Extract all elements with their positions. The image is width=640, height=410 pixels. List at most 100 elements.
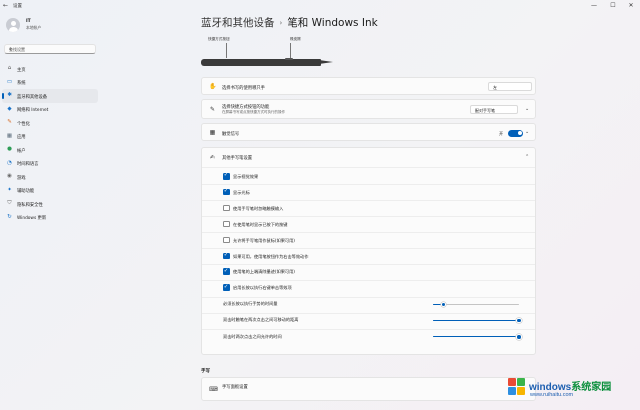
checkbox[interactable] <box>223 172 230 180</box>
checkbox-label: 启用长按以执行右键单击等效项 <box>233 285 292 291</box>
haptic-title: 触觉信号 <box>222 131 240 137</box>
chevron-down-icon[interactable]: ⌄ <box>525 129 529 135</box>
breadcrumb-parent[interactable]: 蓝牙和其他设备 <box>201 17 275 29</box>
site-watermark: windows系统家园 www.ruihaitu.com <box>508 378 636 406</box>
row-divider <box>202 296 535 298</box>
checkbox[interactable] <box>223 204 230 212</box>
handedness-title: 选择书写的使用哪只手 <box>222 85 265 91</box>
slider-track[interactable] <box>433 319 519 322</box>
checkbox[interactable] <box>223 188 230 196</box>
pen-body <box>201 59 321 66</box>
pen-icon: ✎ <box>209 106 216 113</box>
slider-track[interactable] <box>433 336 519 338</box>
row-divider <box>202 184 535 185</box>
checkbox[interactable] <box>223 220 230 228</box>
slider-fill <box>433 336 519 338</box>
user-account-type: 本地帐户 <box>26 25 42 30</box>
watermark-url: www.ruihaitu.com <box>530 392 574 398</box>
checkbox-label: 如果可用，使用笔按钮作为右击等效动作 <box>233 253 309 259</box>
sidebar-item[interactable]: ▦ 应用 <box>2 130 98 144</box>
apps-icon: ▦ <box>6 132 13 139</box>
slider-label: 必须长按以执行手势的时间量 <box>223 301 278 307</box>
shortcut-dropdown[interactable]: 配对手写笔 ⌄ <box>470 105 518 114</box>
breadcrumb: 蓝牙和其他设备 › 笔和 Windows Ink <box>201 15 378 30</box>
sidebar-item-label: 主页 <box>17 67 26 73</box>
gamepad-icon: ◉ <box>7 173 12 179</box>
handwriting-panel-setting[interactable]: ⌨ 手写面板设置 <box>201 377 536 401</box>
pen-button <box>285 58 293 60</box>
chevron-down-icon: ⌄ <box>475 107 479 113</box>
app-title: 设置 <box>13 4 22 9</box>
user-name: IT <box>26 19 31 24</box>
sidebar-item-label: 系统 <box>17 81 26 86</box>
section-divider <box>202 167 535 168</box>
checkbox[interactable] <box>223 236 230 244</box>
chevron-down-icon: ⌄ <box>493 84 497 90</box>
sidebar-item-label: 帐户 <box>17 148 26 154</box>
sidebar-item-label: 游戏 <box>17 175 26 181</box>
sidebar-item[interactable]: ↻ Windows 更新 <box>2 211 98 225</box>
maximize-icon[interactable]: ☐ <box>607 2 619 9</box>
sidebar-item-label: 应用 <box>17 135 26 140</box>
haptic-setting: ▦ 触觉信号 开 ⌄ <box>201 123 536 141</box>
checkbox[interactable] <box>223 284 230 291</box>
checkbox-label: 在使用笔时显示已按下的按键 <box>233 221 288 227</box>
avatar <box>6 18 20 32</box>
chevron-down-icon[interactable]: ⌄ <box>525 106 529 112</box>
chevron-up-icon[interactable]: ⌃ <box>525 154 529 160</box>
haptic-toggle[interactable] <box>508 129 523 137</box>
close-icon[interactable]: ✕ <box>625 2 637 9</box>
accessibility-icon: ✦ <box>7 186 12 193</box>
search-icon: ⌕ <box>9 46 12 52</box>
row-divider <box>202 263 535 265</box>
row-divider <box>202 329 535 330</box>
sidebar-item[interactable]: ◉ 游戏 <box>2 170 98 184</box>
sidebar-item[interactable]: ◆ 网络和 Internet <box>2 103 98 117</box>
handedness-dropdown[interactable]: 左 ⌄ <box>488 82 532 91</box>
haptic-icon: ▦ <box>209 129 216 136</box>
slider-thumb[interactable] <box>516 317 522 324</box>
handwriting-panel-title: 手写面板设置 <box>222 385 248 390</box>
windows-logo-icon <box>508 378 526 396</box>
brush-icon: ✎ <box>7 119 12 125</box>
back-arrow-icon[interactable]: ← <box>3 2 8 9</box>
sidebar-item[interactable]: ▭ 系统 <box>2 76 98 90</box>
minimize-icon[interactable]: — <box>588 2 600 9</box>
handwriting-section-title: 手写 <box>201 369 210 374</box>
checkbox-label: 显示视觉效果 <box>233 174 259 179</box>
shortcut-button-setting: ✎ 选择快捷方式按钮的功能 在屏幕书写或点按快捷方式时执行的操作 配对手写笔 ⌄… <box>201 99 536 119</box>
slider-thumb[interactable] <box>516 334 522 340</box>
pen-eraser-label: 橡皮擦 <box>290 37 301 41</box>
sidebar-item[interactable]: ◔ 时间和语言 <box>2 157 98 171</box>
additional-settings-title: 其他手写笔设置 <box>222 156 253 161</box>
pen-tip <box>319 60 333 64</box>
slider-thumb[interactable] <box>440 301 447 308</box>
account-icon: ● <box>7 146 12 152</box>
sidebar-item-label: 隐私和安全性 <box>17 202 43 208</box>
checkbox-label: 允许将手写笔用作鼠标(如果可用) <box>233 237 295 243</box>
sidebar-item-label: Windows 更新 <box>17 216 47 221</box>
additional-pen-settings: ✍ 其他手写笔设置 ⌃ 显示视觉效果显示光标使用手写笔时忽略触摸输入在使用笔时显… <box>201 147 536 355</box>
sidebar-item[interactable]: ● 帐户 <box>2 143 98 157</box>
bluetooth-icon: ✱ <box>7 92 12 98</box>
clock-globe-icon: ◔ <box>7 159 12 166</box>
handedness-setting: ✋ 选择书写的使用哪只手 左 ⌄ <box>201 77 536 95</box>
sidebar-item[interactable]: ✎ 个性化 <box>2 116 98 130</box>
sidebar-nav: ⌂ 主页 ▭ 系统 ✱ 蓝牙和其他设备 ◆ 网络和 Internet ✎ 个性化 ▦ 应用 ● 帐户 ◔ 时间… <box>2 62 98 224</box>
sidebar-item-label: 辅助功能 <box>17 189 35 194</box>
sidebar-item[interactable]: ⛉ 隐私和安全性 <box>2 197 98 211</box>
wifi-icon: ◆ <box>7 105 12 112</box>
sidebar-item[interactable]: ✦ 辅助功能 <box>2 184 98 198</box>
checkbox[interactable] <box>223 252 230 259</box>
checkbox-label: 显示光标 <box>233 189 250 195</box>
shortcut-description: 在屏幕书写或点按快捷方式时执行的操作 <box>222 110 285 114</box>
sidebar-item[interactable]: ⌂ 主页 <box>2 62 98 76</box>
search-input[interactable]: 查找设置 ⌕ <box>4 44 96 54</box>
sidebar-item[interactable]: ✱ 蓝牙和其他设备 <box>2 89 98 103</box>
row-divider <box>202 312 535 314</box>
hand-icon: ✋ <box>209 83 217 90</box>
update-icon: ↻ <box>7 213 12 220</box>
checkbox[interactable] <box>223 268 230 275</box>
sidebar-item-label: 时间和语言 <box>17 162 39 167</box>
row-divider <box>202 248 535 249</box>
